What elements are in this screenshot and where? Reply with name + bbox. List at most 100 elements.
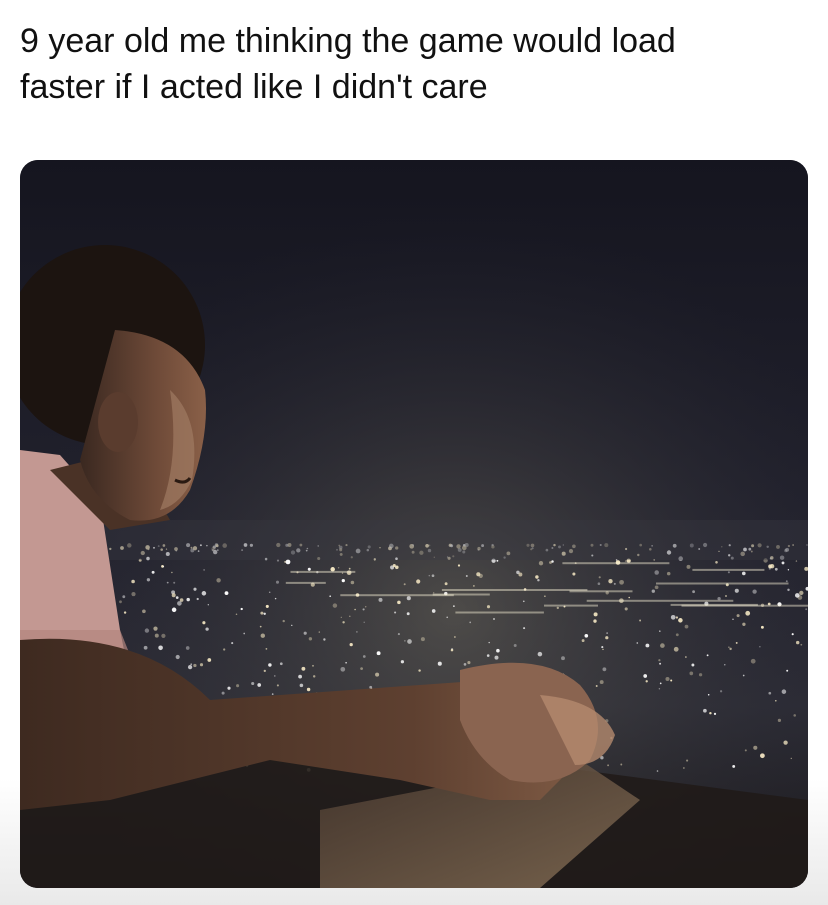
city-light [291,624,293,626]
city-light [703,708,707,713]
city-light [175,654,180,660]
city-light [613,582,616,585]
city-light [561,656,565,661]
city-light [775,699,777,702]
road-light-streak [656,582,789,585]
city-light [158,645,163,651]
city-light [236,684,240,688]
city-light [356,631,358,633]
city-light [376,651,381,656]
city-light [407,639,412,644]
city-light [274,597,277,600]
city-light [446,616,449,619]
city-light [279,662,283,666]
city-light [240,607,243,611]
road-light-streak [290,570,356,573]
city-light [306,687,311,692]
city-light [684,624,689,629]
city-light [787,569,790,571]
city-light [729,647,732,651]
city-light [268,663,272,667]
city-light [732,764,736,768]
city-light [753,745,758,750]
city-light [362,655,366,658]
city-light [783,740,788,745]
city-light [307,567,311,571]
city-light [745,610,751,616]
city-light [513,644,517,647]
city-light [777,718,782,723]
city-light [736,614,740,618]
city-light [312,675,316,678]
city-light [709,711,712,715]
city-light [406,596,411,601]
city-light [698,673,703,677]
city-light [190,663,193,666]
city-light [349,615,351,618]
city-light [257,683,262,687]
city-light [243,632,246,635]
city-light [493,618,495,620]
city-light [581,639,585,643]
city-light [719,690,723,693]
city-light [260,611,264,615]
city-light [793,714,796,717]
city-light [392,563,396,568]
city-light [659,630,661,632]
city-light [686,564,691,569]
city-light [337,567,340,569]
city-light [593,619,597,623]
city-light [645,680,648,683]
city-light [742,622,746,626]
city-light [375,672,380,677]
city-light [683,767,685,769]
city-light [760,625,764,629]
city-light [658,659,661,662]
city-light [549,561,552,564]
city-light [732,618,734,621]
city-light [308,637,313,641]
city-light [599,680,604,685]
city-light [268,591,271,593]
city-light [193,587,197,591]
city-light [332,603,338,608]
city-light [639,619,642,622]
city-light [185,646,190,650]
city-light [201,591,207,596]
city-light [465,575,468,577]
post-caption: 9 year old me thinking the game would lo… [20,18,810,110]
city-light [301,666,306,671]
city-light [227,686,231,690]
city-light [467,661,471,665]
city-light [171,571,173,574]
city-light [659,682,662,685]
meme-photo [20,160,808,888]
city-light [728,646,730,648]
city-light [318,631,321,633]
city-light [397,633,400,636]
city-light [785,580,788,583]
city-light [298,674,302,679]
city-light [276,684,279,687]
city-light [131,579,135,584]
city-light [523,627,526,630]
city-light [265,648,268,650]
road-light-streak [455,611,544,614]
city-light [340,666,346,672]
city-light [193,663,197,668]
city-light [202,621,206,625]
city-light [556,606,559,610]
city-light [418,669,421,672]
city-light [173,581,176,584]
city-light [724,664,726,666]
city-light [341,578,345,583]
city-light [175,596,179,599]
city-light [713,712,717,716]
city-light [199,663,204,667]
city-light [735,641,738,644]
city-light [323,638,326,641]
city-light [437,661,442,666]
city-light [348,567,351,570]
city-light [535,575,539,579]
city-light [340,616,342,618]
